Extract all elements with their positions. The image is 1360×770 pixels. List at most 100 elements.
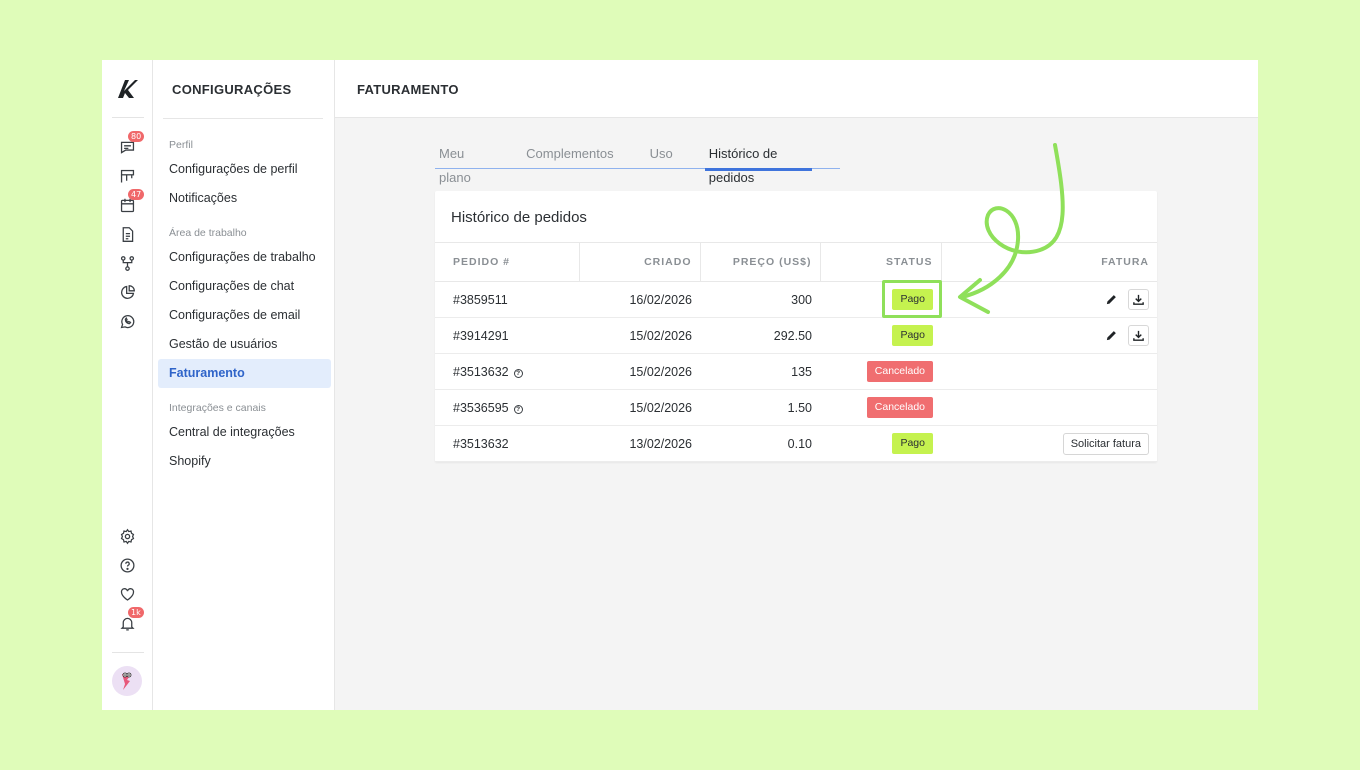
sidebar-section-label: Área de trabalho	[169, 227, 247, 239]
heart-icon[interactable]	[117, 584, 137, 604]
order-history-card: Histórico de pedidos PEDIDO # CRIADO PRE…	[435, 191, 1157, 462]
logo-icon	[118, 80, 138, 98]
status-cell: Pago	[820, 317, 941, 354]
board-icon[interactable]	[117, 166, 137, 186]
column-header-price: PREÇO (US$)	[699, 242, 820, 282]
created-date-cell: 15/02/2026	[579, 389, 700, 426]
price-cell: 300	[700, 281, 820, 318]
table-row: #3513632? 15/02/2026 135 Cancelado	[435, 353, 1157, 390]
sidebar-section-label: Perfil	[169, 139, 193, 151]
order-number: #3513632	[453, 436, 509, 451]
table-row: #3513632 13/02/2026 0.10 Pago Solicitar fatu…	[435, 425, 1157, 462]
order-number: #3536595	[453, 400, 509, 415]
notifications-badge: 1k	[128, 607, 144, 618]
table-header-row: PEDIDO # CRIADO PREÇO (US$) STATUS FATUR…	[435, 242, 1157, 282]
avatar[interactable]	[112, 666, 142, 696]
invoice-cell	[941, 353, 1157, 390]
settings-sidebar: CONFIGURAÇÕES Perfil Configurações de per…	[153, 60, 335, 710]
column-header-order: PEDIDO #	[435, 242, 579, 282]
table-row: #3536595? 15/02/2026 1.50 Cancelado	[435, 389, 1157, 426]
app-window: 80 47 1k CONFIGURAÇÕES Perfil Configuraç…	[102, 60, 1258, 710]
status-cell: Pago	[820, 425, 941, 462]
calendar-badge: 47	[128, 189, 145, 200]
invoice-cell	[941, 281, 1157, 318]
main-content: FATURAMENTO Meu plano Complementos Uso Hist…	[335, 60, 1258, 710]
help-circle-icon[interactable]: ?	[513, 404, 523, 414]
price-cell: 0.10	[700, 425, 820, 462]
sidebar-item[interactable]: Shopify	[158, 447, 331, 476]
invoice-cell: Solicitar fatura	[941, 425, 1157, 462]
created-date-cell: 15/02/2026	[579, 317, 700, 354]
sidebar-item[interactable]: Central de integrações	[158, 418, 331, 447]
sidebar-item[interactable]: Configurações de email	[158, 301, 331, 330]
sidebar-item[interactable]: Faturamento	[158, 359, 331, 388]
order-number: #3859511	[453, 292, 508, 307]
help-circle-icon[interactable]: ?	[513, 368, 523, 378]
created-date-cell: 16/02/2026	[579, 281, 700, 318]
calendar-icon[interactable]: 47	[117, 189, 145, 215]
price-cell: 292.50	[700, 317, 820, 354]
table-row: #3914291 15/02/2026 292.50 Pago	[435, 317, 1157, 354]
column-header-created: CRIADO	[578, 242, 700, 282]
price-cell: 135	[700, 353, 820, 390]
bell-icon[interactable]: 1k	[117, 607, 144, 633]
tab[interactable]: Meu plano	[435, 142, 494, 185]
page-title: FATURAMENTO	[357, 82, 459, 97]
document-icon[interactable]	[117, 224, 137, 244]
status-cell: Pago	[820, 281, 941, 318]
sidebar-section-label: Integrações e canais	[169, 402, 266, 414]
order-number-cell: #3859511	[435, 281, 579, 318]
billing-tabs: Meu plano Complementos Uso Histórico de ped…	[435, 142, 840, 185]
sidebar-item[interactable]: Configurações de trabalho	[158, 243, 331, 272]
status-badge: Pago	[892, 433, 933, 454]
chat-icon[interactable]: 80	[117, 131, 145, 157]
download-icon[interactable]	[1128, 325, 1149, 346]
created-date-cell: 13/02/2026	[579, 425, 700, 462]
sidebar-item[interactable]: Configurações de perfil	[158, 155, 331, 184]
column-header-invoice: FATURA	[940, 242, 1157, 282]
sidebar-divider	[163, 118, 323, 119]
status-cell: Cancelado	[820, 389, 941, 426]
order-number: #3513632	[453, 364, 509, 379]
request-invoice-button[interactable]: Solicitar fatura	[1062, 432, 1149, 455]
rail-divider	[112, 652, 144, 653]
price-cell: 1.50	[700, 389, 820, 426]
status-badge: Pago	[892, 325, 933, 346]
sidebar-item[interactable]: Configurações de chat	[158, 272, 331, 301]
created-date-cell: 15/02/2026	[579, 353, 700, 390]
order-number-cell: #3513632?	[435, 353, 579, 390]
status-badge: Pago	[892, 289, 933, 310]
edit-icon[interactable]	[1101, 325, 1122, 346]
tab[interactable]: Uso	[646, 142, 677, 169]
icon-rail: 80 47 1k	[102, 60, 153, 710]
pie-chart-icon[interactable]	[117, 282, 137, 302]
download-icon[interactable]	[1128, 289, 1149, 310]
column-header-status: STATUS	[819, 242, 941, 282]
sidebar-menu: Perfil Configurações de perfil Notificaçõe…	[158, 136, 331, 476]
tab[interactable]: Histórico de pedidos	[704, 142, 813, 185]
whatsapp-icon[interactable]	[117, 311, 137, 331]
chat-badge: 80	[128, 131, 145, 142]
topbar: FATURAMENTO	[335, 60, 1258, 118]
tab[interactable]: Complementos	[522, 142, 617, 169]
order-number-cell: #3914291	[435, 317, 579, 354]
gear-icon[interactable]	[117, 526, 137, 546]
sidebar-title: CONFIGURAÇÕES	[172, 82, 292, 97]
rail-divider	[112, 117, 144, 118]
help-icon[interactable]	[117, 555, 137, 575]
flow-icon[interactable]	[117, 253, 137, 273]
table-row: #3859511 16/02/2026 300 Pago	[435, 281, 1157, 318]
sidebar-item[interactable]: Gestão de usuários	[158, 330, 331, 359]
order-number-cell: #3513632	[435, 425, 579, 462]
sidebar-item[interactable]: Notificações	[158, 184, 331, 213]
status-cell: Cancelado	[820, 353, 941, 390]
invoice-cell	[941, 389, 1157, 426]
invoice-cell	[941, 317, 1157, 354]
order-number: #3914291	[453, 328, 509, 343]
edit-icon[interactable]	[1101, 289, 1122, 310]
status-badge: Cancelado	[866, 361, 933, 382]
orders-table: PEDIDO # CRIADO PREÇO (US$) STATUS FATUR…	[435, 242, 1157, 462]
status-badge: Cancelado	[866, 397, 933, 418]
